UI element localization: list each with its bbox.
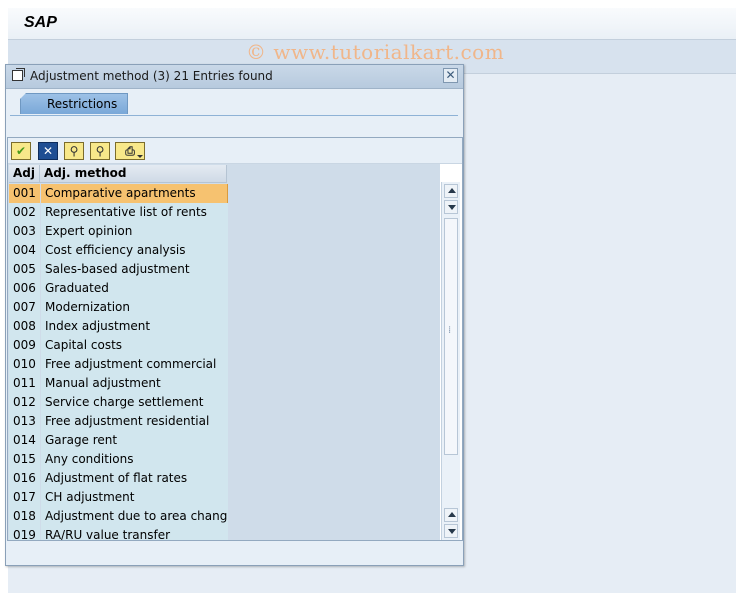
tab-strip: Restrictions	[10, 93, 458, 116]
result-rows: 001 Comparative apartments 002 Representati…	[9, 184, 228, 540]
result-grid: Adj Adj. method 001 Comparative apartment…	[8, 164, 440, 540]
cell-adj-method[interactable]: Cost efficiency analysis	[41, 241, 228, 260]
table-row[interactable]: 012 Service charge settlement	[9, 393, 228, 412]
table-row[interactable]: 015 Any conditions	[9, 450, 228, 469]
cancel-icon[interactable]: ✕	[38, 142, 58, 160]
cell-adj[interactable]: 017	[9, 488, 40, 507]
table-row[interactable]: 014 Garage rent	[9, 431, 228, 450]
cell-adj-method[interactable]: Capital costs	[41, 336, 228, 355]
cell-adj-method[interactable]: Adjustment due to area change	[41, 507, 228, 526]
cell-adj-method[interactable]: Free adjustment residential	[41, 412, 228, 431]
cell-adj-method[interactable]: Service charge settlement	[41, 393, 228, 412]
table-row[interactable]: 013 Free adjustment residential	[9, 412, 228, 431]
cell-adj[interactable]: 007	[9, 298, 40, 317]
scroll-up-icon[interactable]	[444, 184, 458, 198]
dialog-header[interactable]: Adjustment method (3) 21 Entries found ✕	[6, 65, 463, 89]
title-bar: SAP	[8, 8, 736, 40]
cell-adj-method[interactable]: RA/RU value transfer	[41, 526, 228, 540]
cell-adj-method[interactable]: Any conditions	[41, 450, 228, 469]
cell-adj[interactable]: 003	[9, 222, 40, 241]
binoculars-icon[interactable]: ⚲	[64, 142, 84, 160]
table-row[interactable]: 008 Index adjustment	[9, 317, 228, 336]
table-row[interactable]: 003 Expert opinion	[9, 222, 228, 241]
table-row[interactable]: 002 Representative list of rents	[9, 203, 228, 222]
cell-adj[interactable]: 016	[9, 469, 40, 488]
cell-adj-method[interactable]: Graduated	[41, 279, 228, 298]
table-row[interactable]: 011 Manual adjustment	[9, 374, 228, 393]
cell-adj[interactable]: 004	[9, 241, 40, 260]
cell-adj[interactable]: 015	[9, 450, 40, 469]
cell-adj-method[interactable]: Adjustment of flat rates	[41, 469, 228, 488]
watermark: © www.tutorialkart.com	[246, 40, 505, 64]
table-row[interactable]: 019 RA/RU value transfer	[9, 526, 228, 540]
top-strip	[0, 0, 736, 8]
table-row[interactable]: 005 Sales-based adjustment	[9, 260, 228, 279]
cell-adj[interactable]: 013	[9, 412, 40, 431]
cell-adj[interactable]: 005	[9, 260, 40, 279]
table-row[interactable]: 007 Modernization	[9, 298, 228, 317]
cell-adj[interactable]: 008	[9, 317, 40, 336]
table-row[interactable]: 017 CH adjustment	[9, 488, 228, 507]
cell-adj[interactable]: 009	[9, 336, 40, 355]
scroll-down-icon[interactable]	[444, 200, 458, 214]
column-header-adj[interactable]: Adj	[9, 165, 40, 183]
page-down-icon[interactable]	[444, 524, 458, 538]
cell-adj-method[interactable]: CH adjustment	[41, 488, 228, 507]
binoculars-plus-icon[interactable]: ⚲	[90, 142, 110, 160]
cell-adj[interactable]: 010	[9, 355, 40, 374]
cell-adj[interactable]: 011	[9, 374, 40, 393]
tab-restrictions[interactable]: Restrictions	[20, 93, 128, 114]
table-row[interactable]: 018 Adjustment due to area change	[9, 507, 228, 526]
scrollbar-thumb[interactable]	[444, 218, 458, 455]
cell-adj[interactable]: 001	[9, 184, 40, 203]
cell-adj-method[interactable]: Sales-based adjustment	[41, 260, 228, 279]
printer-icon[interactable]: ⎙	[115, 142, 145, 160]
cell-adj-method[interactable]: Comparative apartments	[41, 184, 228, 203]
dialog-window-icon	[12, 70, 23, 81]
dialog-title: Adjustment method (3) 21 Entries found	[30, 69, 273, 83]
search-help-dialog: Adjustment method (3) 21 Entries found ✕…	[5, 64, 464, 566]
app-title: SAP	[24, 14, 57, 31]
cell-adj[interactable]: 018	[9, 507, 40, 526]
tab-label: Restrictions	[47, 97, 118, 111]
table-row[interactable]: 016 Adjustment of flat rates	[9, 469, 228, 488]
column-header-adj-method[interactable]: Adj. method	[40, 165, 227, 183]
cell-adj-method[interactable]: Expert opinion	[41, 222, 228, 241]
cell-adj-method[interactable]: Garage rent	[41, 431, 228, 450]
cell-adj-method[interactable]: Modernization	[41, 298, 228, 317]
page-up-icon[interactable]	[444, 508, 458, 522]
cell-adj[interactable]: 006	[9, 279, 40, 298]
cell-adj[interactable]: 014	[9, 431, 40, 450]
table-row[interactable]: 010 Free adjustment commercial	[9, 355, 228, 374]
cell-adj-method[interactable]: Free adjustment commercial	[41, 355, 228, 374]
vertical-scrollbar[interactable]	[441, 182, 460, 540]
table-row[interactable]: 006 Graduated	[9, 279, 228, 298]
cell-adj[interactable]: 012	[9, 393, 40, 412]
table-row[interactable]: 004 Cost efficiency analysis	[9, 241, 228, 260]
cell-adj-method[interactable]: Representative list of rents	[41, 203, 228, 222]
cell-adj-method[interactable]: Index adjustment	[41, 317, 228, 336]
cell-adj-method[interactable]: Manual adjustment	[41, 374, 228, 393]
dropdown-arrow-icon[interactable]	[137, 155, 143, 158]
cell-adj[interactable]: 002	[9, 203, 40, 222]
table-row[interactable]: 001 Comparative apartments	[9, 184, 228, 203]
checkmark-icon[interactable]: ✔	[11, 142, 31, 160]
cell-adj[interactable]: 019	[9, 526, 40, 540]
hit-list: ✔ ✕ ⚲ ⚲ ⎙ Adj Adj. method 001 Comparative…	[7, 137, 463, 541]
table-row[interactable]: 009 Capital costs	[9, 336, 228, 355]
list-toolbar: ✔ ✕ ⚲ ⚲ ⎙	[8, 138, 462, 164]
close-icon[interactable]: ✕	[443, 68, 458, 83]
